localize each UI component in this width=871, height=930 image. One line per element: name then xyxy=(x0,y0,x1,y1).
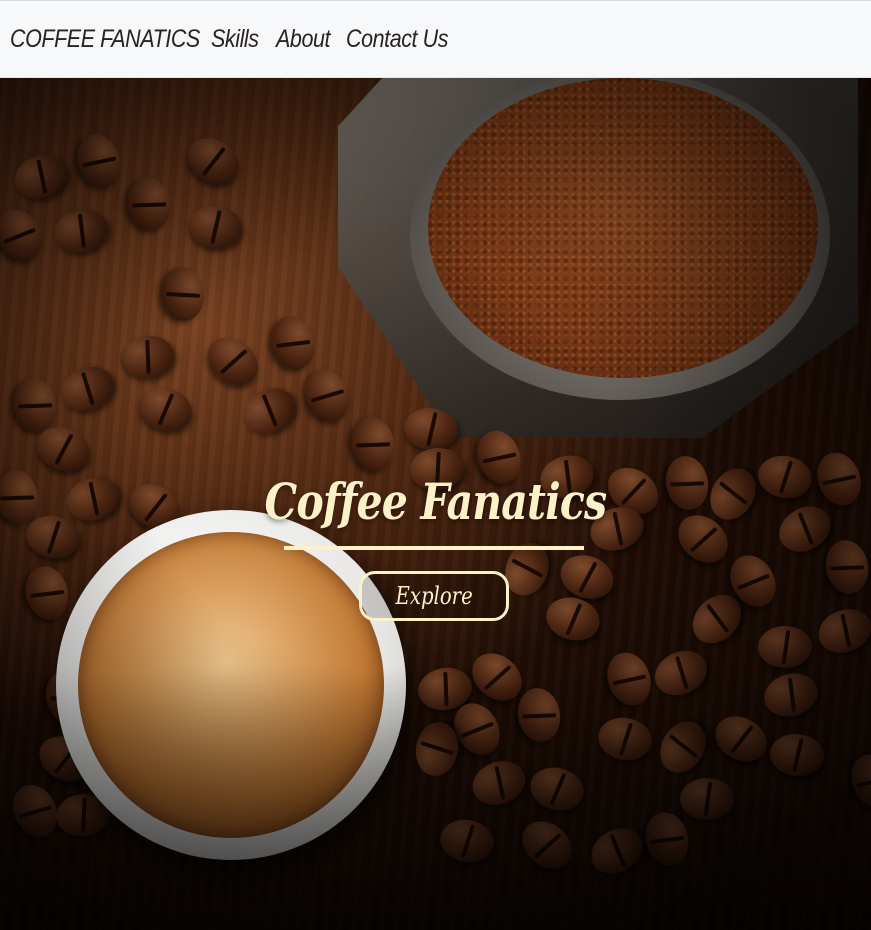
explore-button-label: Explore xyxy=(395,582,473,610)
brand-link[interactable]: COFFEE FANATICS xyxy=(10,25,200,54)
nav-item-about: About xyxy=(276,0,339,78)
explore-button[interactable]: Explore xyxy=(359,571,509,621)
hero-title: Coffee Fanatics xyxy=(264,472,608,531)
hero-section: Coffee Fanatics Explore xyxy=(0,78,871,930)
nav-link-about[interactable]: About xyxy=(276,25,330,54)
hero-divider xyxy=(284,546,584,550)
coffee-grinder-image xyxy=(318,78,871,458)
nav-item-skills: Skills xyxy=(211,0,266,78)
nav-link-skills[interactable]: Skills xyxy=(211,25,259,54)
espresso-cup-image xyxy=(56,510,406,860)
nav-item-contact: Contact Us xyxy=(346,0,465,78)
nav-link-contact-us[interactable]: Contact Us xyxy=(346,25,448,54)
